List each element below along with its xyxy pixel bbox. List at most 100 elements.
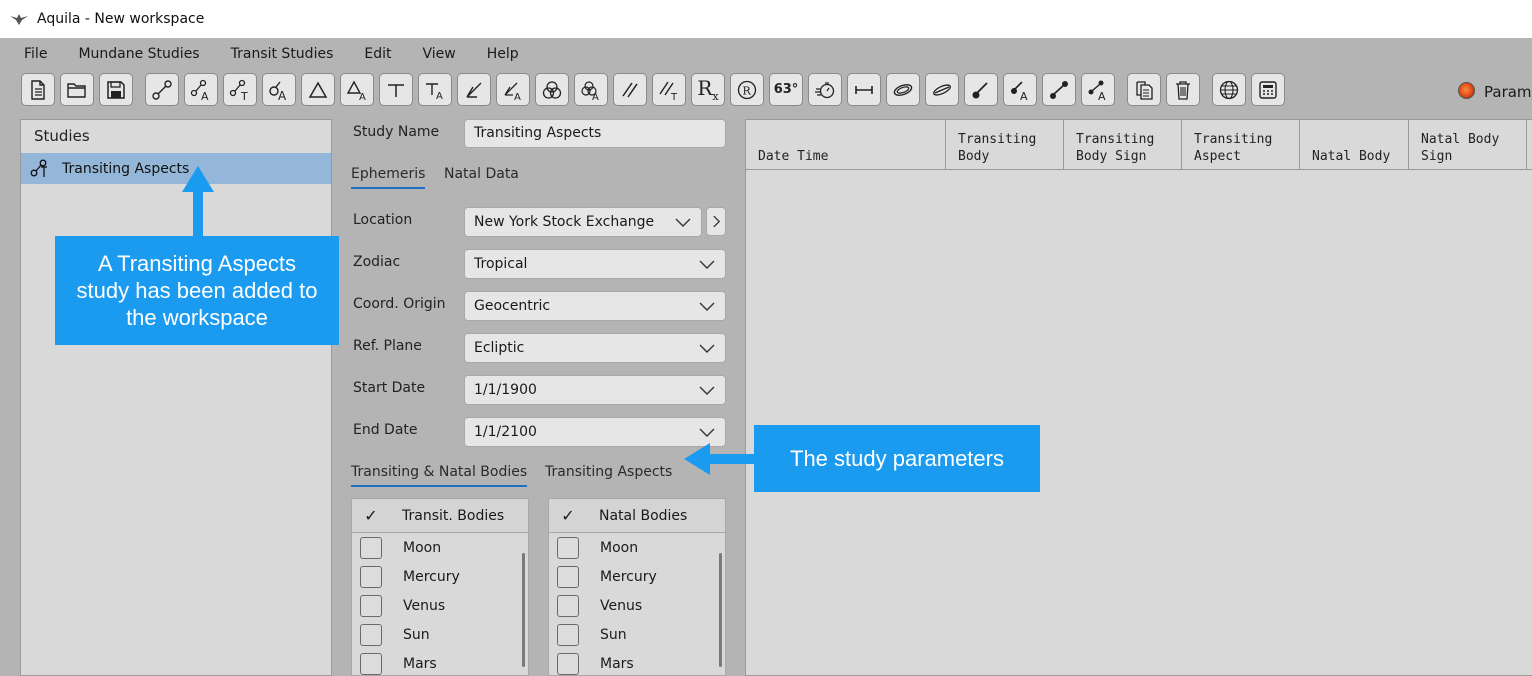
aspect-line-t-icon: T [229, 79, 248, 101]
body-checkbox[interactable] [360, 623, 382, 646]
harmonic-a-button[interactable]: A [574, 73, 608, 106]
study-name-input[interactable]: Transiting Aspects [464, 119, 726, 148]
conjunction-a-button[interactable]: A [262, 73, 296, 106]
body-checkbox[interactable] [557, 594, 579, 617]
calculator-button[interactable] [1251, 73, 1285, 106]
body-checkbox[interactable] [557, 623, 579, 646]
tab-ephemeris[interactable]: Ephemeris [351, 166, 426, 189]
column-header-natal-body[interactable]: Natal Body [1300, 120, 1409, 170]
retrograde-button[interactable]: Rx [691, 73, 725, 106]
menu-edit[interactable]: Edit [354, 46, 401, 62]
body-line-a-icon: A [1011, 80, 1028, 101]
location-details-button[interactable] [706, 207, 726, 236]
menu-mundane-studies[interactable]: Mundane Studies [68, 46, 209, 62]
body-pair-button[interactable] [1042, 73, 1076, 106]
menu-view[interactable]: View [413, 46, 466, 62]
body-name: Moon [403, 539, 442, 556]
body-checkbox[interactable] [360, 652, 382, 675]
list-item: Venus [549, 591, 725, 620]
list-item: Mars [549, 649, 725, 675]
body-checkbox[interactable] [557, 565, 579, 588]
mundane-aspects-a-button[interactable]: A [184, 73, 218, 106]
parallel-button[interactable] [613, 73, 647, 106]
retrograde-circle-icon: R [737, 80, 757, 99]
mundane-aspects-t-button[interactable]: T [223, 73, 257, 106]
stopwatch-icon [815, 81, 835, 98]
angle-button[interactable]: 63° [769, 73, 803, 106]
svg-text:A: A [201, 90, 209, 101]
square-aspect-a-icon: A [426, 82, 443, 101]
harmonic-button[interactable] [535, 73, 569, 106]
body-line-button[interactable] [964, 73, 998, 106]
new-document-button[interactable] [21, 73, 55, 106]
open-folder-icon [67, 82, 86, 98]
body-checkbox[interactable] [557, 536, 579, 559]
tab-transiting-natal-bodies[interactable]: Transiting & Natal Bodies [351, 464, 528, 487]
list-item: Sun [549, 620, 725, 649]
sextile-a-button[interactable]: A [496, 73, 530, 106]
copy-button[interactable] [1127, 73, 1161, 106]
transit-bodies-column: Transit. Bodies [402, 507, 505, 524]
zodiac-label: Zodiac [353, 254, 401, 270]
coord-origin-select[interactable]: Geocentric [464, 291, 726, 321]
save-button[interactable] [99, 73, 133, 106]
body-checkbox[interactable] [360, 594, 382, 617]
mundane-aspects-button[interactable] [145, 73, 179, 106]
orbit-alt-button[interactable] [925, 73, 959, 106]
parameters-status-led[interactable] [1458, 82, 1475, 99]
transit-list-scrollbar[interactable] [522, 553, 525, 667]
location-select[interactable]: New York Stock Exchange [464, 207, 702, 237]
menu-help[interactable]: Help [477, 46, 529, 62]
body-checkbox[interactable] [557, 652, 579, 675]
aquila-eagle-icon [10, 14, 28, 25]
svg-text:T: T [670, 92, 678, 101]
open-folder-button[interactable] [60, 73, 94, 106]
sextile-button[interactable] [457, 73, 491, 106]
body-line-a-button[interactable]: A [1003, 73, 1037, 106]
aspect-line-icon [152, 79, 172, 100]
square-a-button[interactable]: A [418, 73, 452, 106]
globe-button[interactable] [1212, 73, 1246, 106]
column-header-date-time[interactable]: Date Time [746, 120, 946, 170]
chevron-down-icon [699, 428, 715, 437]
delete-button[interactable] [1166, 73, 1200, 106]
transit-bodies-header: ✓ Transit. Bodies [352, 499, 528, 533]
select-all-checkmark[interactable]: ✓ [352, 506, 390, 525]
trine-button[interactable] [301, 73, 335, 106]
speed-button[interactable] [808, 73, 842, 106]
tab-natal-data[interactable]: Natal Data [444, 166, 519, 182]
sextile-a-icon: A [504, 82, 521, 101]
select-all-checkmark[interactable]: ✓ [549, 506, 587, 525]
body-checkbox[interactable] [360, 536, 382, 559]
retrograde-circle-button[interactable]: R [730, 73, 764, 106]
span-button[interactable] [847, 73, 881, 106]
zodiac-select[interactable]: Tropical [464, 249, 726, 279]
calculator-icon [1259, 80, 1277, 99]
square-aspect-icon [388, 83, 404, 97]
three-circles-icon [542, 80, 562, 99]
study-item-transiting-aspects[interactable]: Transiting Aspects [21, 153, 331, 184]
natal-list-scrollbar[interactable] [719, 553, 722, 667]
column-header-natal-body-sign[interactable]: Natal Body Sign [1409, 120, 1527, 170]
ref-plane-select[interactable]: Ecliptic [464, 333, 726, 363]
tab-transiting-aspects[interactable]: Transiting Aspects [545, 464, 672, 480]
start-date-picker[interactable]: 1/1/1900 [464, 375, 726, 405]
menu-transit-studies[interactable]: Transit Studies [221, 46, 344, 62]
column-header-transiting-aspect[interactable]: Transiting Aspect [1182, 120, 1300, 170]
toolbar: A T A A A A A T Rx R 63° A A Param [0, 72, 1532, 108]
trine-a-icon: A [346, 80, 366, 101]
parallel-t-button[interactable]: T [652, 73, 686, 106]
transit-bodies-list: ✓ Transit. Bodies Moon Mercury Venus Sun… [351, 498, 529, 676]
body-pair-a-button[interactable]: A [1081, 73, 1115, 106]
column-header-transiting-body[interactable]: Transiting Body [946, 120, 1064, 170]
body-pair-a-icon: A [1088, 80, 1106, 101]
square-button[interactable] [379, 73, 413, 106]
column-header-transiting-body-sign[interactable]: Transiting Body Sign [1064, 120, 1182, 170]
list-item: Mercury [352, 562, 528, 591]
svg-text:A: A [359, 92, 366, 101]
chevron-down-icon [699, 302, 715, 311]
body-checkbox[interactable] [360, 565, 382, 588]
orbit-button[interactable] [886, 73, 920, 106]
trine-a-button[interactable]: A [340, 73, 374, 106]
menu-file[interactable]: File [14, 46, 57, 62]
